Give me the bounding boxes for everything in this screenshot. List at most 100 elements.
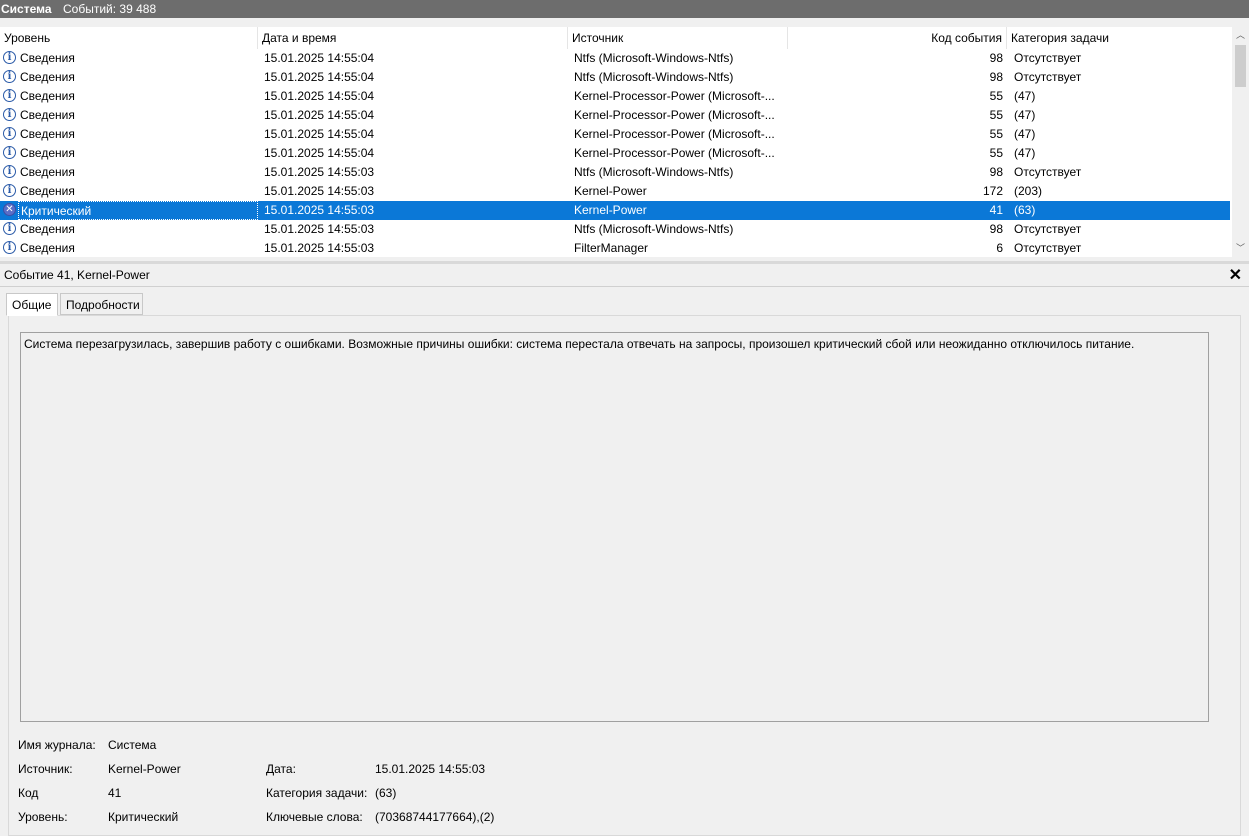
cell-source: Ntfs (Microsoft-Windows-Ntfs) xyxy=(574,222,734,236)
column-header-task-category[interactable]: Категория задачи xyxy=(1007,27,1232,49)
table-row[interactable]: i Сведения 15.01.2025 14:55:04 Ntfs (Micros… xyxy=(0,49,1230,68)
cell-task-category: Отсутствует xyxy=(1014,51,1082,65)
cell-event-code: 98 xyxy=(989,51,1003,65)
column-header-event-code[interactable]: Код события xyxy=(788,27,1007,49)
tab-general[interactable]: Общие xyxy=(6,293,58,316)
column-header-source[interactable]: Источник xyxy=(568,27,788,49)
cell-level: Сведения xyxy=(20,51,75,65)
close-icon[interactable]: ✕ xyxy=(1229,265,1242,285)
tab-details[interactable]: Подробности xyxy=(60,293,143,315)
level-label: Уровень: xyxy=(18,810,68,824)
table-row[interactable]: i Сведения 15.01.2025 14:55:03 Ntfs (Micros… xyxy=(0,220,1230,239)
table-row[interactable]: i Сведения 15.01.2025 14:55:04 Kernel-Proce… xyxy=(0,106,1230,125)
cell-task-category: (47) xyxy=(1014,146,1036,160)
cell-level: Сведения xyxy=(20,165,75,179)
log-name-label: Имя журнала: xyxy=(18,738,96,752)
info-icon: i xyxy=(3,89,16,102)
cell-source: Kernel-Power xyxy=(574,203,647,217)
cell-event-code: 55 xyxy=(989,108,1003,122)
table-row[interactable]: i Сведения 15.01.2025 14:55:03 FilterManage… xyxy=(0,239,1230,257)
cell-source: Kernel-Processor-Power (Microsoft-... xyxy=(574,108,775,122)
keywords-label: Ключевые слова: xyxy=(266,810,363,824)
cell-event-code: 98 xyxy=(989,222,1003,236)
cell-event-code: 55 xyxy=(989,146,1003,160)
cell-level: Сведения xyxy=(20,222,75,236)
cell-datetime: 15.01.2025 14:55:04 xyxy=(264,146,375,160)
cell-level: Критический xyxy=(18,201,258,220)
cell-datetime: 15.01.2025 14:55:03 xyxy=(264,165,375,179)
info-icon: i xyxy=(3,127,16,140)
info-icon: i xyxy=(3,146,16,159)
cell-datetime: 15.01.2025 14:55:04 xyxy=(264,89,375,103)
event-description[interactable]: Система перезагрузилась, завершив работу… xyxy=(20,332,1209,722)
cell-datetime: 15.01.2025 14:55:03 xyxy=(264,241,375,255)
cell-level: Сведения xyxy=(20,70,75,84)
cell-source: Ntfs (Microsoft-Windows-Ntfs) xyxy=(574,165,734,179)
cell-datetime: 15.01.2025 14:55:04 xyxy=(264,70,375,84)
table-row[interactable]: i Сведения 15.01.2025 14:55:03 Kernel-Power… xyxy=(0,182,1230,201)
date-value: 15.01.2025 14:55:03 xyxy=(375,762,486,776)
cell-task-category: (47) xyxy=(1014,89,1036,103)
vertical-scrollbar[interactable]: ︿ ﹀ xyxy=(1232,27,1249,257)
log-header-bar: Система Событий: 39 488 xyxy=(0,0,1249,18)
critical-icon: ✕ xyxy=(3,203,16,216)
event-count: Событий: 39 488 xyxy=(63,2,157,16)
cell-datetime: 15.01.2025 14:55:04 xyxy=(264,108,375,122)
cell-datetime: 15.01.2025 14:55:04 xyxy=(264,127,375,141)
table-row[interactable]: i Сведения 15.01.2025 14:55:04 Kernel-Proce… xyxy=(0,87,1230,106)
table-row[interactable]: i Сведения 15.01.2025 14:55:04 Ntfs (Micros… xyxy=(0,68,1230,87)
event-code-label: Код xyxy=(18,786,39,800)
cell-level: Сведения xyxy=(20,127,75,141)
cell-source: Ntfs (Microsoft-Windows-Ntfs) xyxy=(574,70,734,84)
event-details-header: Событие 41, Kernel-Power ✕ xyxy=(0,264,1249,287)
column-header-level[interactable]: Уровень xyxy=(0,27,258,49)
cell-source: Kernel-Processor-Power (Microsoft-... xyxy=(574,89,775,103)
cell-datetime: 15.01.2025 14:55:03 xyxy=(264,203,375,217)
info-icon: i xyxy=(3,222,16,235)
scroll-up-icon[interactable]: ︿ xyxy=(1232,27,1249,44)
cell-datetime: 15.01.2025 14:55:04 xyxy=(264,51,375,65)
cell-datetime: 15.01.2025 14:55:03 xyxy=(264,184,375,198)
table-header: Уровень Дата и время Источник Код событи… xyxy=(0,27,1232,49)
event-details-title: Событие 41, Kernel-Power xyxy=(4,268,150,282)
cell-event-code: 55 xyxy=(989,89,1003,103)
source-value: Kernel-Power xyxy=(108,762,181,776)
info-icon: i xyxy=(3,165,16,178)
info-icon: i xyxy=(3,184,16,197)
event-code-value: 41 xyxy=(108,786,122,800)
cell-level: Сведения xyxy=(20,146,75,160)
cell-datetime: 15.01.2025 14:55:03 xyxy=(264,222,375,236)
cell-level: Сведения xyxy=(20,241,75,255)
cell-event-code: 6 xyxy=(996,241,1003,255)
cell-source: Ntfs (Microsoft-Windows-Ntfs) xyxy=(574,51,734,65)
cell-task-category: (63) xyxy=(1014,203,1036,217)
cell-task-category: Отсутствует xyxy=(1014,165,1082,179)
table-row[interactable]: i Сведения 15.01.2025 14:55:04 Kernel-Proce… xyxy=(0,144,1230,163)
cell-task-category: (47) xyxy=(1014,108,1036,122)
table-row[interactable]: ✕ Критический 15.01.2025 14:55:03 Kernel-Po… xyxy=(0,201,1230,220)
scroll-thumb[interactable] xyxy=(1235,45,1246,87)
info-icon: i xyxy=(3,108,16,121)
cell-event-code: 172 xyxy=(982,184,1003,198)
table-row[interactable]: i Сведения 15.01.2025 14:55:03 Ntfs (Micros… xyxy=(0,163,1230,182)
cell-level: Сведения xyxy=(20,184,75,198)
cell-task-category: Отсутствует xyxy=(1014,241,1082,255)
info-icon: i xyxy=(3,70,16,83)
info-icon: i xyxy=(3,241,16,254)
task-category-label: Категория задачи: xyxy=(266,786,368,800)
cell-source: Kernel-Power xyxy=(574,184,647,198)
scroll-down-icon[interactable]: ﹀ xyxy=(1232,240,1249,257)
cell-level: Сведения xyxy=(20,89,75,103)
cell-task-category: (47) xyxy=(1014,127,1036,141)
table-row[interactable]: i Сведения 15.01.2025 14:55:04 Kernel-Proce… xyxy=(0,125,1230,144)
cell-source: Kernel-Processor-Power (Microsoft-... xyxy=(574,146,775,160)
cell-task-category: (203) xyxy=(1014,184,1043,198)
info-icon: i xyxy=(3,51,16,64)
table-body: i Сведения 15.01.2025 14:55:04 Ntfs (Micros… xyxy=(0,49,1230,257)
events-table[interactable]: Уровень Дата и время Источник Код событи… xyxy=(0,27,1249,257)
cell-event-code: 55 xyxy=(989,127,1003,141)
date-label: Дата: xyxy=(266,762,296,776)
column-header-datetime[interactable]: Дата и время xyxy=(258,27,568,49)
level-value: Критический xyxy=(108,810,179,824)
log-name: Система xyxy=(1,2,52,16)
